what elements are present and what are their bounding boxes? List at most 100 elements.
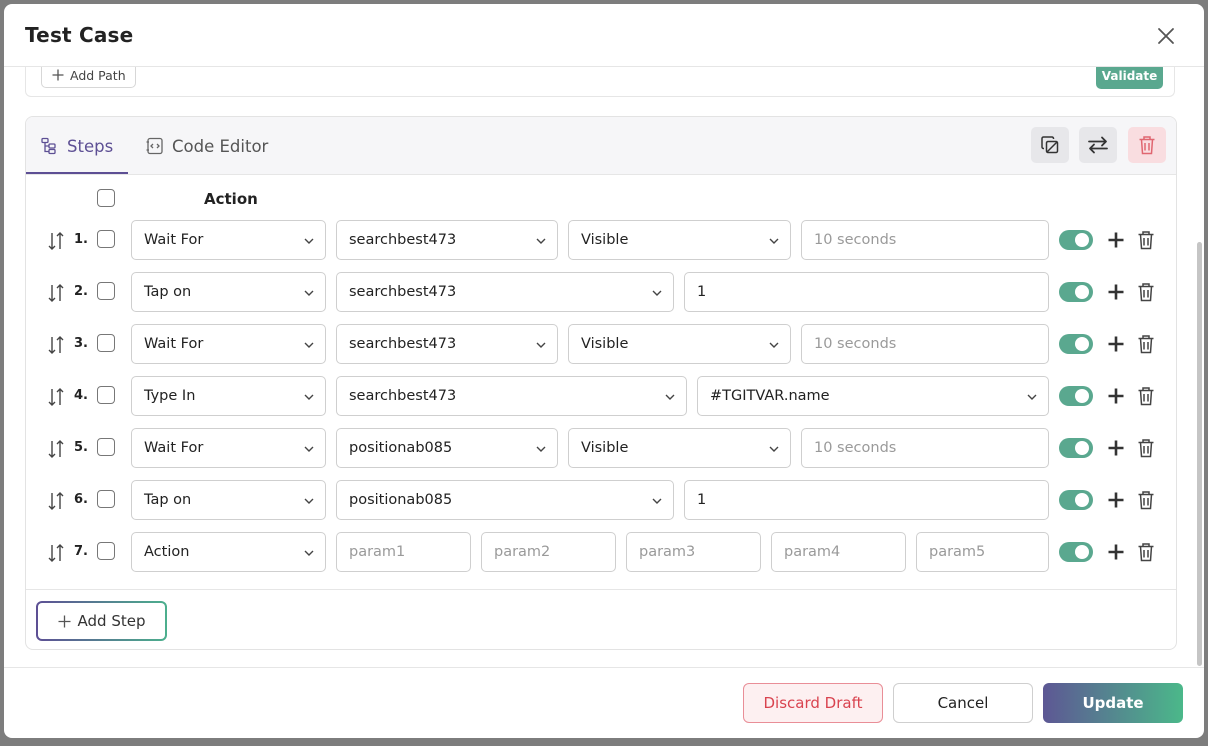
chevron-down-icon	[304, 446, 314, 452]
timeout-input[interactable]: 10 seconds	[801, 428, 1049, 468]
step-enabled-toggle[interactable]	[1059, 386, 1093, 406]
step-enabled-toggle[interactable]	[1059, 490, 1093, 510]
delete-step-icon[interactable]	[1137, 334, 1155, 354]
tab-steps-label: Steps	[67, 136, 114, 156]
chevron-down-icon	[769, 446, 779, 452]
condition-select[interactable]: Visible	[568, 220, 791, 260]
action-value: Tap on	[144, 284, 192, 300]
row-checkbox[interactable]	[97, 542, 115, 560]
path-card: Add Path Validate	[25, 67, 1175, 97]
variable-select[interactable]: #TGITVAR.name	[697, 376, 1049, 416]
tab-code-editor-label: Code Editor	[172, 136, 269, 156]
row-checkbox[interactable]	[97, 282, 115, 300]
step-number: 4.	[74, 388, 88, 403]
reorder-arrows-icon[interactable]	[46, 387, 66, 407]
target-select[interactable]: searchbest473	[336, 220, 558, 260]
target-select[interactable]: searchbest473	[336, 324, 558, 364]
action-select[interactable]: Tap on	[131, 480, 326, 520]
timeout-input[interactable]: 10 seconds	[801, 220, 1049, 260]
modal-scrollbar[interactable]	[1197, 242, 1202, 666]
reorder-arrows-icon[interactable]	[46, 491, 66, 511]
tab-code-editor[interactable]: Code Editor	[146, 117, 268, 175]
param1-input[interactable]: param1	[336, 532, 471, 572]
chevron-down-icon	[769, 342, 779, 348]
step-enabled-toggle[interactable]	[1059, 542, 1093, 562]
reorder-arrows-icon[interactable]	[46, 231, 66, 251]
tap-count-input[interactable]: 1	[684, 272, 1049, 312]
validate-button[interactable]: Validate	[1096, 67, 1163, 89]
action-select[interactable]: Wait For	[131, 428, 326, 468]
cancel-button[interactable]: Cancel	[893, 683, 1033, 723]
condition-select[interactable]: Visible	[568, 428, 791, 468]
steps-footer: Add Step	[26, 589, 1176, 649]
param5-input[interactable]: param5	[916, 532, 1049, 572]
table-header: Action	[26, 187, 1176, 209]
step-enabled-toggle[interactable]	[1059, 334, 1093, 354]
update-button[interactable]: Update	[1043, 683, 1183, 723]
target-select[interactable]: searchbest473	[336, 376, 687, 416]
copy-button[interactable]	[1031, 127, 1069, 163]
row-checkbox[interactable]	[97, 334, 115, 352]
action-select[interactable]: Tap on	[131, 272, 326, 312]
add-step-after-icon[interactable]	[1107, 439, 1125, 457]
timeout-placeholder: 10 seconds	[814, 232, 897, 248]
action-select[interactable]: Action	[131, 532, 326, 572]
param3-input[interactable]: param3	[626, 532, 761, 572]
step-enabled-toggle[interactable]	[1059, 282, 1093, 302]
row-checkbox[interactable]	[97, 438, 115, 456]
delete-step-icon[interactable]	[1137, 282, 1155, 302]
steps-panel: Steps Code Editor Action 1. Wait For sea…	[25, 116, 1177, 650]
condition-select[interactable]: Visible	[568, 324, 791, 364]
discard-draft-button[interactable]: Discard Draft	[743, 683, 883, 723]
active-tab-indicator	[26, 172, 128, 174]
param4-input[interactable]: param4	[771, 532, 906, 572]
delete-step-icon[interactable]	[1137, 386, 1155, 406]
delete-step-icon[interactable]	[1137, 230, 1155, 250]
reorder-arrows-icon[interactable]	[46, 335, 66, 355]
select-all-checkbox[interactable]	[97, 189, 115, 207]
row-checkbox[interactable]	[97, 490, 115, 508]
target-select[interactable]: positionab085	[336, 480, 674, 520]
close-icon[interactable]	[1154, 24, 1178, 48]
delete-all-button[interactable]	[1128, 127, 1166, 163]
reorder-arrows-icon[interactable]	[46, 439, 66, 459]
target-select[interactable]: searchbest473	[336, 272, 674, 312]
step-enabled-toggle[interactable]	[1059, 230, 1093, 250]
target-select[interactable]: positionab085	[336, 428, 558, 468]
code-editor-icon	[146, 137, 163, 155]
action-value: Tap on	[144, 492, 192, 508]
add-step-after-icon[interactable]	[1107, 543, 1125, 561]
param2-input[interactable]: param2	[481, 532, 616, 572]
row-checkbox[interactable]	[97, 230, 115, 248]
chevron-down-icon	[304, 498, 314, 504]
delete-step-icon[interactable]	[1137, 438, 1155, 458]
row-checkbox[interactable]	[97, 386, 115, 404]
tab-steps[interactable]: Steps	[41, 117, 113, 175]
reorder-arrows-icon[interactable]	[46, 283, 66, 303]
add-path-button[interactable]: Add Path	[41, 67, 136, 88]
delete-step-icon[interactable]	[1137, 490, 1155, 510]
chevron-down-icon	[665, 394, 675, 400]
reorder-arrows-icon[interactable]	[46, 543, 66, 563]
param-placeholder: param1	[349, 544, 406, 560]
tap-count-input[interactable]: 1	[684, 480, 1049, 520]
add-step-after-icon[interactable]	[1107, 335, 1125, 353]
add-step-after-icon[interactable]	[1107, 283, 1125, 301]
action-select[interactable]: Type In	[131, 376, 326, 416]
action-select[interactable]: Wait For	[131, 220, 326, 260]
delete-step-icon[interactable]	[1137, 542, 1155, 562]
table-row: 6. Tap on positionab085 1	[26, 480, 1176, 522]
chevron-down-icon	[304, 238, 314, 244]
step-enabled-toggle[interactable]	[1059, 438, 1093, 458]
add-step-after-icon[interactable]	[1107, 491, 1125, 509]
target-value: searchbest473	[349, 388, 457, 404]
add-step-after-icon[interactable]	[1107, 231, 1125, 249]
param-placeholder: param4	[784, 544, 841, 560]
timeout-input[interactable]: 10 seconds	[801, 324, 1049, 364]
plus-icon	[58, 615, 71, 627]
add-step-after-icon[interactable]	[1107, 387, 1125, 405]
action-select[interactable]: Wait For	[131, 324, 326, 364]
action-value: Wait For	[144, 232, 204, 248]
swap-button[interactable]	[1079, 127, 1117, 163]
add-step-button[interactable]: Add Step	[36, 601, 167, 641]
